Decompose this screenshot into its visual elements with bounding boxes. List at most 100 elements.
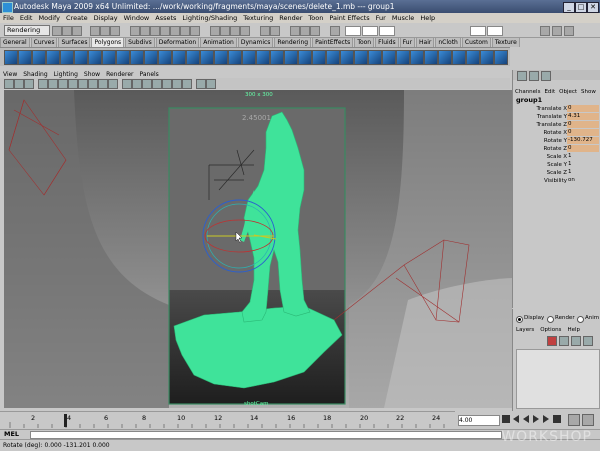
shelf-tab-painteffects[interactable]: PaintEffects [312, 37, 354, 47]
wireframe-icon[interactable] [122, 79, 132, 89]
attr-value[interactable]: 1 [567, 169, 599, 176]
spherical-mapping-icon[interactable] [438, 50, 452, 65]
xray-icon[interactable] [182, 79, 192, 89]
channel-menu-show[interactable]: Show [579, 88, 598, 96]
menu-window[interactable]: Window [121, 13, 153, 23]
shelf-tab-curves[interactable]: Curves [30, 37, 58, 47]
attr-row-scale-y[interactable]: Scale Y 1 [513, 161, 600, 169]
attr-row-rotate-y[interactable]: Rotate Y -130.727 [513, 137, 600, 145]
smooth-shade-icon[interactable] [132, 79, 142, 89]
play-backwards-icon[interactable] [523, 415, 529, 423]
resolution-gate-icon[interactable] [68, 79, 78, 89]
triangulate-icon[interactable] [326, 50, 340, 65]
high-quality-render-icon[interactable] [206, 79, 216, 89]
attr-row-rotate-x[interactable]: Rotate X 0 [513, 129, 600, 137]
sculpt-geometry-icon[interactable] [466, 50, 480, 65]
snap-grid-icon[interactable] [210, 26, 220, 36]
smooth-icon[interactable] [158, 50, 172, 65]
mask-deformations-icon[interactable] [170, 26, 180, 36]
append-icon[interactable] [200, 50, 214, 65]
render-frame-icon[interactable] [290, 26, 300, 36]
merge-vertices-icon[interactable] [256, 50, 270, 65]
shelf-tab-deformation[interactable]: Deformation [155, 37, 200, 47]
poly-sphere-icon[interactable] [4, 50, 18, 65]
uv-texture-editor-icon[interactable] [396, 50, 410, 65]
soften-edge-icon[interactable] [368, 50, 382, 65]
shelf-tab-surfaces[interactable]: Surfaces [58, 37, 91, 47]
shelf-tab-fluids[interactable]: Fluids [375, 37, 399, 47]
safe-action-icon[interactable] [98, 79, 108, 89]
select-camera-icon[interactable] [4, 79, 14, 89]
layer-menu-help[interactable]: Help [564, 327, 583, 333]
input-field-z[interactable] [379, 26, 395, 36]
current-time-field[interactable]: 4.00 [458, 415, 500, 426]
layer-menu-layers[interactable]: Layers [513, 327, 537, 333]
mirror-geometry-icon[interactable] [284, 50, 298, 65]
new-layer-icon[interactable] [547, 336, 557, 346]
channel-menu-edit[interactable]: Edit [542, 88, 557, 96]
mask-curves-icon[interactable] [150, 26, 160, 36]
bevel-icon[interactable] [270, 50, 284, 65]
channel-box-icon[interactable] [517, 71, 527, 81]
combine-icon[interactable] [130, 50, 144, 65]
shelf-tab-fur[interactable]: Fur [399, 37, 416, 47]
shadows-icon[interactable] [172, 79, 182, 89]
extrude-icon[interactable] [172, 50, 186, 65]
textured-icon[interactable] [152, 79, 162, 89]
menu-edit[interactable]: Edit [17, 13, 36, 23]
step-back-icon[interactable] [513, 415, 519, 423]
shelf-tab-animation[interactable]: Animation [200, 37, 237, 47]
menu-display[interactable]: Display [91, 13, 121, 23]
quick-rename-field[interactable] [487, 26, 503, 36]
split-polygon-icon[interactable] [214, 50, 228, 65]
image-plane-icon[interactable] [38, 79, 48, 89]
layer-list[interactable] [516, 349, 600, 409]
new-layer-selected-icon[interactable] [559, 336, 569, 346]
automatic-mapping-icon[interactable] [452, 50, 466, 65]
menu-muscle[interactable]: Muscle [389, 13, 418, 23]
shelf-tab-polygons[interactable]: Polygons [91, 37, 125, 47]
menu-assets[interactable]: Assets [152, 13, 179, 23]
mask-dynamics-icon[interactable] [180, 26, 190, 36]
menu-create[interactable]: Create [63, 13, 91, 23]
attr-row-rotate-z[interactable]: Rotate Z 0 [513, 145, 600, 153]
play-forwards-icon[interactable] [533, 415, 539, 423]
construction-history-icon[interactable] [270, 26, 280, 36]
attr-value[interactable]: -130.727 [567, 137, 599, 144]
attr-value[interactable]: on [567, 177, 599, 184]
channel-menu-channels[interactable]: Channels [513, 88, 542, 96]
reverse-normals-icon[interactable] [354, 50, 368, 65]
step-forward-icon[interactable] [543, 415, 549, 423]
insert-edge-loop-icon[interactable] [228, 50, 242, 65]
menu-modify[interactable]: Modify [35, 13, 63, 23]
channel-menu-object[interactable]: Object [557, 88, 579, 96]
mel-input[interactable] [30, 431, 502, 439]
quick-select-field[interactable] [470, 26, 486, 36]
poly-plane-icon[interactable] [60, 50, 74, 65]
shelf-tab-ncloth[interactable]: nCloth [435, 37, 461, 47]
close-button[interactable]: ✕ [587, 2, 599, 13]
fill-hole-icon[interactable] [298, 50, 312, 65]
radio-anim[interactable] [577, 316, 584, 323]
bridge-icon[interactable] [186, 50, 200, 65]
paint-weights-icon[interactable] [480, 50, 494, 65]
camera-attributes-icon[interactable] [14, 79, 24, 89]
separate-icon[interactable] [144, 50, 158, 65]
input-field-y[interactable] [362, 26, 378, 36]
safe-title-icon[interactable] [108, 79, 118, 89]
isolate-select-icon[interactable] [196, 79, 206, 89]
menu-texturing[interactable]: Texturing [240, 13, 276, 23]
mask-handles-icon[interactable] [130, 26, 140, 36]
shelf-tab-dynamics[interactable]: Dynamics [237, 37, 274, 47]
attr-value[interactable]: 0 [567, 105, 599, 112]
attr-row-visibility[interactable]: Visibility on [513, 177, 600, 185]
shelf-tab-texture[interactable]: Texture [491, 37, 520, 47]
show-tool-settings-icon[interactable] [552, 26, 562, 36]
attr-row-scale-z[interactable]: Scale Z 1 [513, 169, 600, 177]
perspective-viewport[interactable]: 300 x 300 2.45001 shotCam [4, 90, 512, 408]
shelf-tab-rendering[interactable]: Rendering [274, 37, 312, 47]
shelf-menu-icon[interactable] [494, 50, 508, 65]
selected-object-name[interactable]: group1 [516, 96, 542, 104]
attr-row-translate-x[interactable]: Translate X 0 [513, 105, 600, 113]
go-to-start-icon[interactable] [502, 415, 510, 423]
